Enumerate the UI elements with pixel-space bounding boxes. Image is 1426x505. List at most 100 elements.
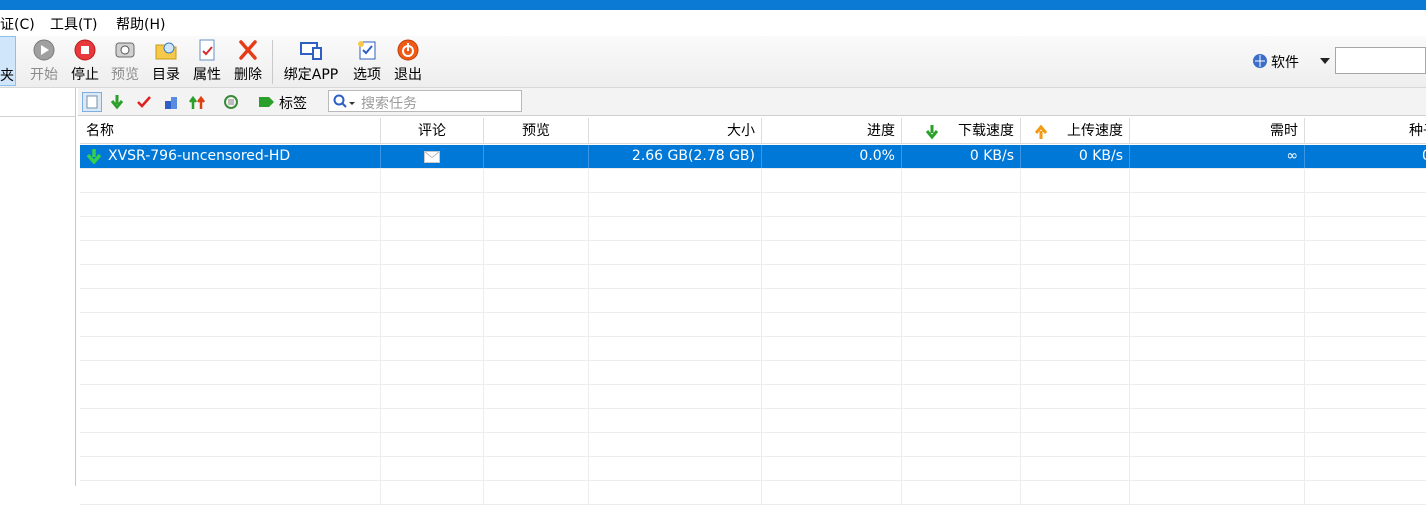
folder-button[interactable]: 夹 bbox=[0, 36, 16, 86]
comment-mail-icon[interactable] bbox=[424, 151, 440, 167]
empty-cell bbox=[1130, 361, 1305, 384]
toolbar-search-input[interactable] bbox=[1335, 47, 1426, 74]
completed-icon[interactable] bbox=[135, 93, 153, 111]
empty-cell bbox=[484, 289, 589, 312]
delete-icon bbox=[236, 38, 260, 62]
recycle-icon[interactable] bbox=[222, 93, 240, 111]
empty-cell bbox=[1130, 217, 1305, 240]
empty-cell bbox=[1021, 361, 1130, 384]
column-eta[interactable]: 需时 bbox=[1130, 118, 1305, 144]
empty-cell bbox=[589, 289, 762, 312]
active-icon[interactable] bbox=[188, 93, 206, 111]
empty-cell bbox=[589, 409, 762, 432]
task-search-box[interactable]: 搜索任务 bbox=[328, 90, 522, 112]
column-down-speed[interactable]: 下载速度 bbox=[902, 118, 1021, 144]
empty-cell bbox=[484, 481, 589, 504]
exit-icon bbox=[396, 38, 420, 62]
empty-cell bbox=[589, 169, 762, 192]
software-dropdown[interactable]: 软件 bbox=[1252, 50, 1332, 72]
bind-app-icon bbox=[299, 38, 323, 62]
empty-cell bbox=[1305, 217, 1426, 240]
task-table[interactable]: 名称 评论 预览 大小 进度 下载速度 上传速度 需时 种子 XVSR-796-… bbox=[80, 118, 1426, 505]
start-button[interactable]: 开始 bbox=[26, 38, 62, 86]
empty-cell bbox=[1021, 169, 1130, 192]
empty-cell bbox=[762, 385, 902, 408]
seeding-icon[interactable] bbox=[162, 93, 180, 111]
empty-cell bbox=[484, 337, 589, 360]
column-progress[interactable]: 进度 bbox=[762, 118, 902, 144]
play-icon bbox=[32, 38, 56, 62]
category-pane[interactable] bbox=[0, 88, 76, 486]
column-size[interactable]: 大小 bbox=[589, 118, 762, 144]
tag-icon bbox=[258, 94, 276, 112]
empty-cell bbox=[1021, 313, 1130, 336]
title-bar bbox=[0, 0, 1426, 10]
eta-cell: ∞ bbox=[1130, 145, 1305, 168]
empty-cell bbox=[762, 481, 902, 504]
directory-button[interactable]: 目录 bbox=[148, 38, 184, 86]
empty-cell bbox=[381, 193, 484, 216]
bind-app-button[interactable]: 绑定APP bbox=[280, 38, 342, 86]
empty-cell bbox=[80, 289, 381, 312]
empty-cell bbox=[1021, 385, 1130, 408]
empty-cell bbox=[762, 457, 902, 480]
empty-cell bbox=[762, 241, 902, 264]
empty-cell bbox=[80, 241, 381, 264]
empty-cell bbox=[1305, 337, 1426, 360]
category-divider bbox=[0, 116, 76, 117]
down-speed-cell: 0 KB/s bbox=[902, 145, 1021, 168]
empty-row bbox=[80, 265, 1426, 289]
chevron-down-icon bbox=[1320, 55, 1330, 70]
bind-app-label: 绑定APP bbox=[283, 67, 339, 83]
empty-cell bbox=[1130, 337, 1305, 360]
size-cell: 2.66 GB(2.78 GB) bbox=[589, 145, 762, 168]
column-name[interactable]: 名称 bbox=[80, 118, 381, 144]
empty-cell bbox=[589, 481, 762, 504]
task-subtoolbar: 标签 搜索任务 bbox=[78, 88, 1426, 116]
column-preview[interactable]: 预览 bbox=[484, 118, 589, 144]
empty-cell bbox=[589, 313, 762, 336]
empty-cell bbox=[1130, 193, 1305, 216]
properties-button[interactable]: 属性 bbox=[189, 38, 225, 86]
empty-row bbox=[80, 193, 1426, 217]
all-tasks-icon[interactable] bbox=[82, 92, 102, 112]
empty-cell bbox=[80, 265, 381, 288]
empty-cell bbox=[1021, 433, 1130, 456]
empty-cell bbox=[902, 433, 1021, 456]
tag-label[interactable]: 标签 bbox=[279, 93, 307, 113]
empty-cell bbox=[1305, 289, 1426, 312]
column-comment[interactable]: 评论 bbox=[381, 118, 484, 144]
preview-button[interactable]: 预览 bbox=[107, 38, 143, 86]
empty-cell bbox=[381, 313, 484, 336]
empty-cell bbox=[381, 385, 484, 408]
table-row[interactable]: XVSR-796-uncensored-HD 2.66 GB(2.78 GB) … bbox=[80, 145, 1426, 169]
empty-cell bbox=[762, 217, 902, 240]
empty-cell bbox=[1305, 313, 1426, 336]
empty-cell bbox=[1021, 217, 1130, 240]
empty-cell bbox=[381, 265, 484, 288]
empty-cell bbox=[1130, 265, 1305, 288]
menu-help[interactable]: 帮助(H) bbox=[116, 14, 165, 34]
empty-cell bbox=[902, 265, 1021, 288]
column-up-speed[interactable]: 上传速度 bbox=[1021, 118, 1130, 144]
empty-cell bbox=[762, 169, 902, 192]
toolbar-separator bbox=[272, 40, 273, 84]
menu-tasks[interactable]: 证(C) bbox=[0, 14, 35, 34]
empty-cell bbox=[1305, 265, 1426, 288]
empty-cell bbox=[1130, 313, 1305, 336]
empty-cell bbox=[902, 361, 1021, 384]
menu-tools[interactable]: 工具(T) bbox=[50, 14, 97, 34]
exit-label: 退出 bbox=[394, 67, 422, 83]
empty-cell bbox=[1021, 337, 1130, 360]
downloading-icon[interactable] bbox=[108, 93, 126, 111]
delete-button[interactable]: 删除 bbox=[230, 38, 266, 86]
empty-cell bbox=[1021, 193, 1130, 216]
exit-button[interactable]: 退出 bbox=[390, 38, 426, 86]
empty-cell bbox=[902, 169, 1021, 192]
empty-row bbox=[80, 289, 1426, 313]
stop-icon bbox=[73, 38, 97, 62]
options-button[interactable]: 选项 bbox=[349, 38, 385, 86]
stop-button[interactable]: 停止 bbox=[67, 38, 103, 86]
column-seeds[interactable]: 种子 bbox=[1305, 118, 1426, 144]
empty-cell bbox=[1021, 289, 1130, 312]
